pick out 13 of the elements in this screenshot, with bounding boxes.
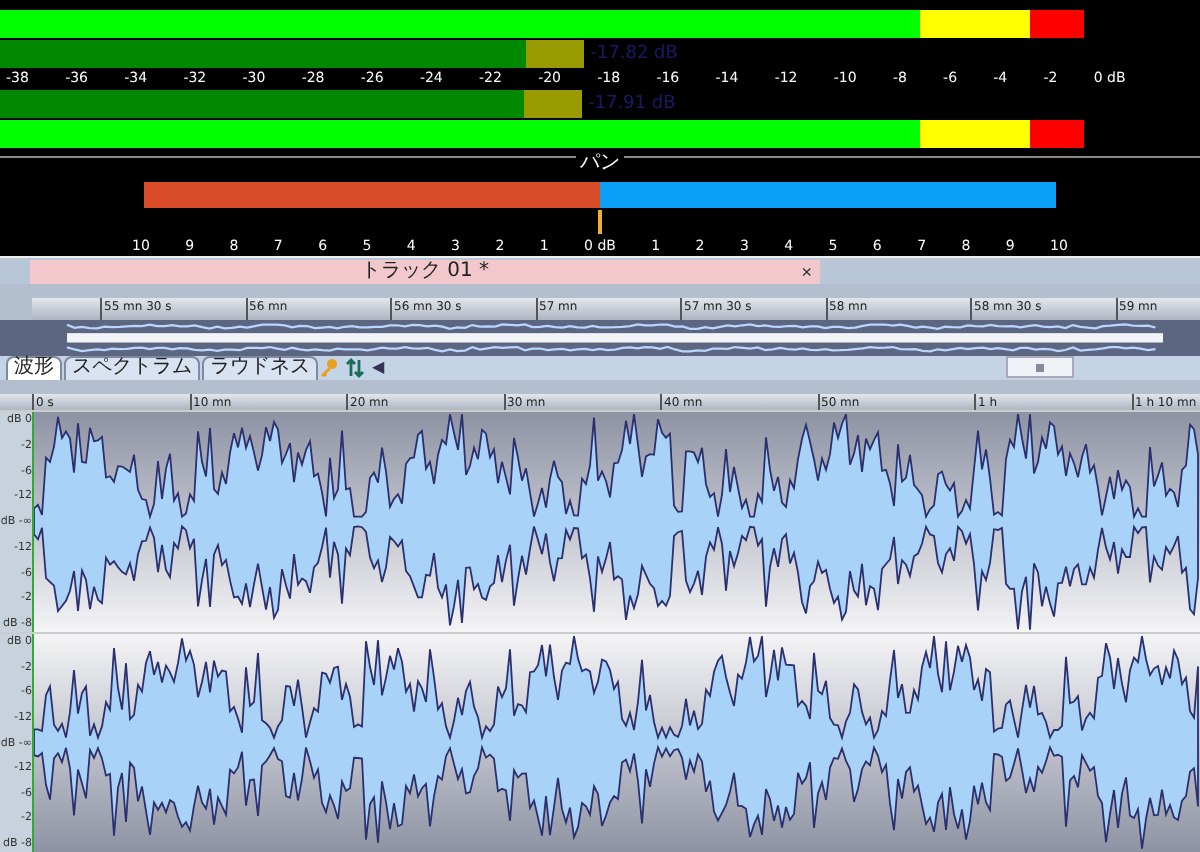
view-tab[interactable]: 波形 <box>6 355 62 380</box>
view-tab[interactable]: ラウドネス <box>202 355 318 380</box>
pan-label: パン <box>576 153 624 173</box>
level-reading: -17.91 dB <box>588 94 676 114</box>
level-reading: -17.82 dB <box>590 44 678 64</box>
scroll-left-button[interactable]: ◀ <box>372 357 384 378</box>
close-button[interactable]: × <box>801 259 812 284</box>
view-tab[interactable]: スペクトラム <box>64 355 200 380</box>
pan-marker[interactable] <box>598 210 602 234</box>
scroll-thumb[interactable] <box>1006 356 1074 379</box>
grip-icon <box>1036 363 1044 372</box>
swap-arrows-icon[interactable] <box>346 357 364 378</box>
track-tab[interactable]: トラック 01 * × <box>30 259 820 284</box>
